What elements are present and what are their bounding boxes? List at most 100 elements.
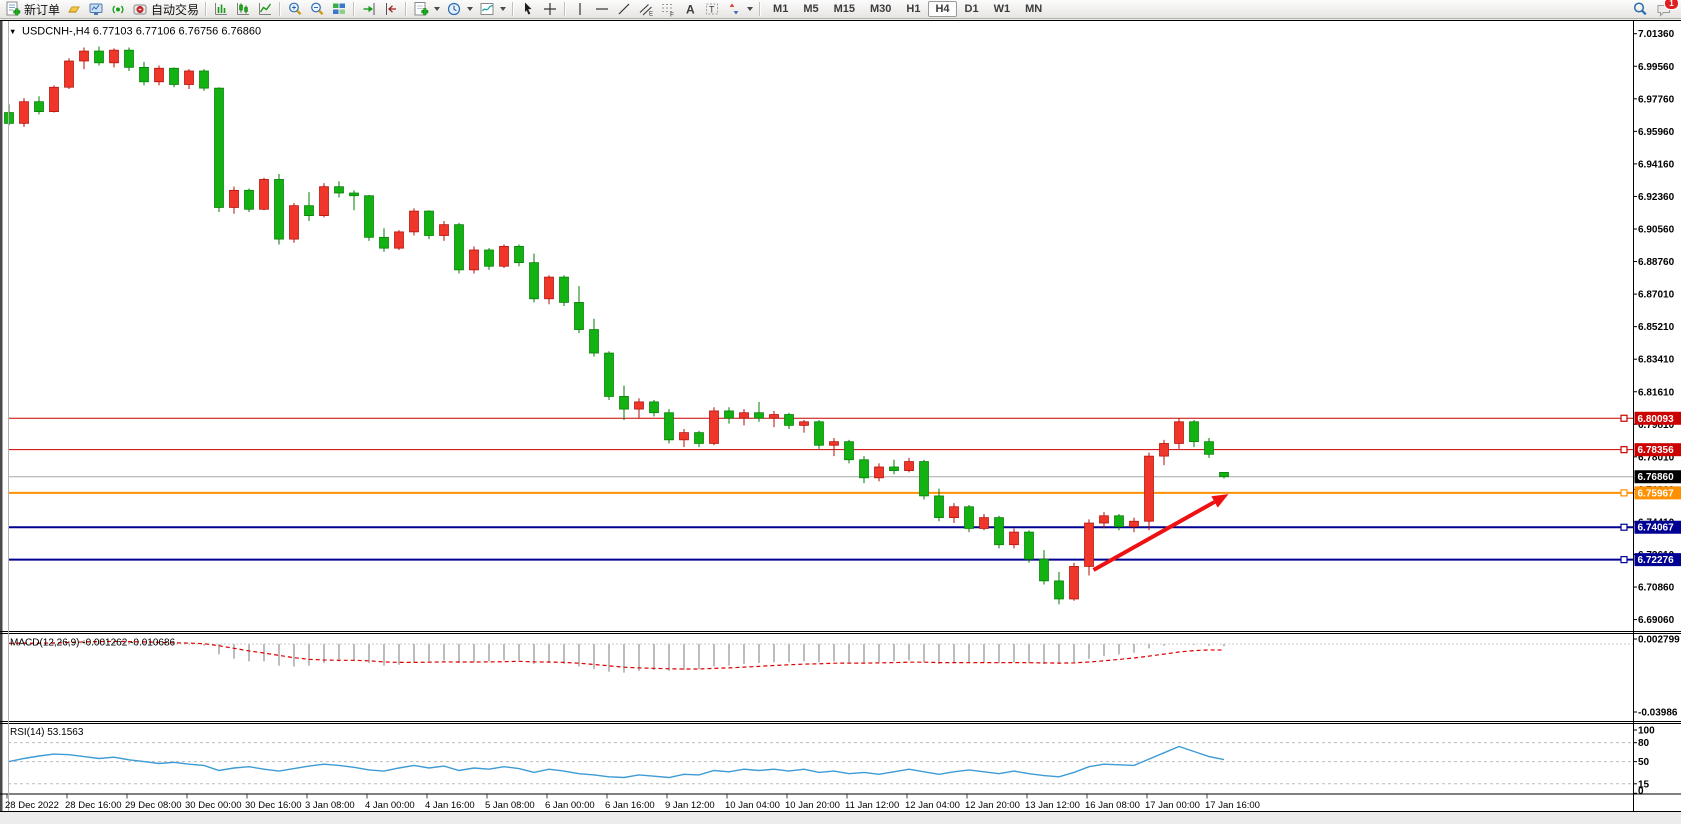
line-chart-button[interactable]	[254, 0, 276, 18]
price-axis-label: 6.85210	[1638, 322, 1675, 333]
tile-windows-button[interactable]	[328, 0, 350, 18]
channel-tool[interactable]: E	[635, 0, 657, 18]
search-icon[interactable]	[1632, 1, 1648, 17]
candle-body	[860, 460, 869, 478]
timeframe-button-m15[interactable]: M15	[827, 1, 862, 17]
notification-badge: 1	[1664, 0, 1679, 10]
toolbar-separator	[279, 2, 281, 16]
candle-body	[1055, 581, 1064, 599]
svg-text:6.72276: 6.72276	[1638, 555, 1675, 566]
timeframe-button-d1[interactable]: D1	[958, 1, 986, 17]
candle-body	[920, 462, 929, 496]
zoom-out-button[interactable]	[306, 0, 328, 18]
horizontal-line-tool[interactable]	[591, 0, 613, 18]
new-order-button[interactable]: 新订单	[2, 0, 63, 18]
candle-body	[875, 467, 884, 478]
candle-body	[365, 196, 374, 238]
label-tool[interactable]: T	[701, 0, 723, 18]
time-axis-label: 28 Dec 2022	[5, 800, 59, 811]
zoom-in-button[interactable]	[284, 0, 306, 18]
candle-body	[35, 102, 44, 112]
zoom-out-icon	[309, 1, 325, 17]
time-axis-label: 30 Dec 00:00	[185, 800, 242, 811]
line-handle[interactable]	[1621, 524, 1627, 530]
candle-body	[95, 51, 104, 63]
timeframe-button-w1[interactable]: W1	[987, 1, 1018, 17]
timeframe-button-m30[interactable]: M30	[863, 1, 898, 17]
price-axis-label: 6.83410	[1638, 355, 1675, 366]
svg-text:6.80093: 6.80093	[1638, 414, 1675, 425]
autotrading-icon	[132, 1, 148, 17]
candle-body	[140, 67, 149, 81]
time-axis-label: 11 Jan 12:00	[845, 800, 899, 811]
candlestick-icon	[235, 1, 251, 17]
candle-body	[695, 433, 704, 444]
candle-body	[1085, 523, 1094, 566]
rsi-axis-label: 0	[1638, 786, 1644, 797]
rsi-label: RSI(14) 53.1563	[10, 727, 84, 738]
candle-body	[845, 442, 854, 460]
timeframe-button-h4[interactable]: H4	[928, 1, 956, 17]
line-handle[interactable]	[1621, 490, 1627, 496]
timeframe-button-m5[interactable]: M5	[796, 1, 825, 17]
chart-shift-button[interactable]	[380, 0, 402, 18]
fibonacci-tool[interactable]: F	[657, 0, 679, 18]
autotrading-label: 自动交易	[151, 1, 199, 18]
new-chart-button[interactable]	[410, 0, 443, 18]
candle-body	[65, 61, 74, 87]
cursor-tool-button[interactable]	[517, 0, 539, 18]
candle-body	[1040, 559, 1049, 581]
toolbar-separator	[512, 2, 514, 16]
candle-body	[215, 88, 224, 207]
time-axis-label: 6 Jan 16:00	[605, 800, 655, 811]
gold-button[interactable]	[63, 0, 85, 18]
price-axis-label: 6.70860	[1638, 583, 1675, 594]
svg-text:A: A	[686, 3, 695, 17]
candle-body	[245, 190, 254, 209]
chevron-down-icon	[500, 7, 506, 11]
price-axis-label: 6.94160	[1638, 159, 1675, 170]
templates-button[interactable]	[476, 0, 509, 18]
line-handle[interactable]	[1621, 415, 1627, 421]
candlestick-chart-button[interactable]	[232, 0, 254, 18]
toolbar-separator	[564, 2, 566, 16]
timeframe-button-m1[interactable]: M1	[766, 1, 795, 17]
auto-scroll-button[interactable]	[358, 0, 380, 18]
price-chart[interactable]: 7.013606.995606.977606.959606.941606.923…	[0, 0, 1681, 824]
candle-body	[1130, 521, 1139, 526]
notifications-button[interactable]: 1	[1656, 1, 1673, 17]
candle-body	[1070, 566, 1079, 599]
candle-body	[485, 250, 494, 266]
timeframe-button-h1[interactable]: H1	[899, 1, 927, 17]
vertical-line-tool[interactable]	[569, 0, 591, 18]
candle-body	[740, 413, 749, 418]
bar-chart-button[interactable]	[210, 0, 232, 18]
toolbar: 新订单 自动交易	[0, 0, 1681, 19]
price-badge: 6.76860	[1635, 470, 1681, 483]
line-handle[interactable]	[1621, 447, 1627, 453]
shapes-tool[interactable]	[723, 0, 756, 18]
chart-expander-icon[interactable]: ▼	[9, 27, 16, 36]
candle-body	[380, 237, 389, 248]
chart-window-button[interactable]	[85, 0, 107, 18]
alerts-button[interactable]	[107, 0, 129, 18]
crosshair-tool-button[interactable]	[539, 0, 561, 18]
price-axis-label: 6.97760	[1638, 94, 1675, 105]
time-axis-label: 10 Jan 20:00	[785, 800, 840, 811]
candle-body	[1145, 456, 1154, 521]
price-axis-label: 6.69060	[1638, 615, 1675, 626]
new-order-icon	[5, 1, 21, 17]
trendline-icon	[616, 1, 632, 17]
candle-body	[950, 507, 959, 518]
periods-button[interactable]	[443, 0, 476, 18]
autotrading-button[interactable]: 自动交易	[129, 0, 202, 18]
candle-body	[650, 402, 659, 413]
trendline-tool[interactable]	[613, 0, 635, 18]
window-left-edge	[0, 21, 3, 811]
chevron-down-icon	[467, 7, 473, 11]
timeframe-button-mn[interactable]: MN	[1018, 1, 1049, 17]
text-tool[interactable]: A	[679, 0, 701, 18]
svg-text:6.78356: 6.78356	[1638, 445, 1675, 456]
candle-body	[395, 232, 404, 248]
line-handle[interactable]	[1621, 557, 1627, 563]
